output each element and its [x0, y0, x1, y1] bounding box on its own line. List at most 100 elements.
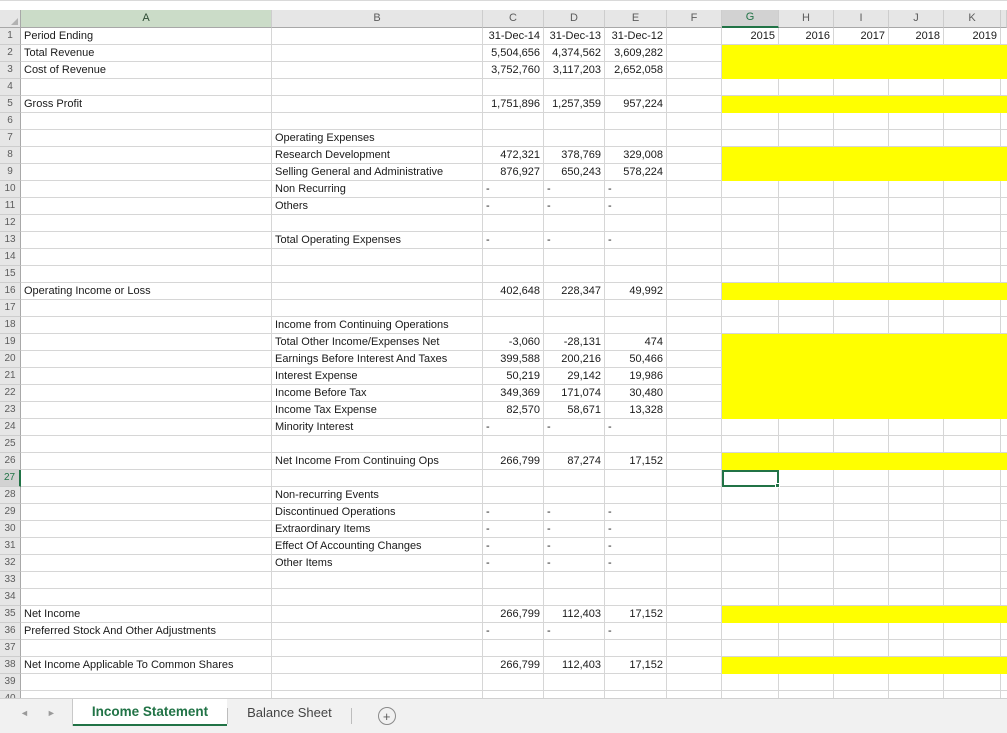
cell-H13[interactable]: [779, 232, 834, 249]
cell-D5[interactable]: 1,257,359: [544, 96, 605, 113]
row-header-5[interactable]: 5: [0, 96, 21, 113]
cell-K26[interactable]: [944, 453, 1001, 470]
cell-J33[interactable]: [889, 572, 944, 589]
cell-E19[interactable]: 474: [605, 334, 667, 351]
cell-K35[interactable]: [944, 606, 1001, 623]
cell-K7[interactable]: [944, 130, 1001, 147]
cell-E26[interactable]: 17,152: [605, 453, 667, 470]
cell-L31[interactable]: [1001, 538, 1007, 555]
cell-F6[interactable]: [667, 113, 722, 130]
cell-J3[interactable]: [889, 62, 944, 79]
cell-G3[interactable]: [722, 62, 779, 79]
row-header-19[interactable]: 19: [0, 334, 21, 351]
row-header-30[interactable]: 30: [0, 521, 21, 538]
cell-C1[interactable]: 31-Dec-14: [483, 28, 544, 45]
cell-K34[interactable]: [944, 589, 1001, 606]
cell-L34[interactable]: [1001, 589, 1007, 606]
cell-L2[interactable]: [1001, 45, 1007, 62]
cell-G11[interactable]: [722, 198, 779, 215]
cell-G19[interactable]: [722, 334, 779, 351]
cell-G32[interactable]: [722, 555, 779, 572]
cell-B30[interactable]: Extraordinary Items: [272, 521, 483, 538]
cell-G2[interactable]: [722, 45, 779, 62]
row-header-37[interactable]: 37: [0, 640, 21, 657]
cell-K5[interactable]: [944, 96, 1001, 113]
cell-E7[interactable]: [605, 130, 667, 147]
row-header-39[interactable]: 39: [0, 674, 21, 691]
cell-K36[interactable]: [944, 623, 1001, 640]
cell-J30[interactable]: [889, 521, 944, 538]
row-header-10[interactable]: 10: [0, 181, 21, 198]
cell-C4[interactable]: [483, 79, 544, 96]
cell-D26[interactable]: 87,274: [544, 453, 605, 470]
cell-C29[interactable]: -: [483, 504, 544, 521]
cell-A27[interactable]: [21, 470, 272, 487]
cell-A25[interactable]: [21, 436, 272, 453]
cell-E15[interactable]: [605, 266, 667, 283]
row-header-7[interactable]: 7: [0, 130, 21, 147]
cell-D22[interactable]: 171,074: [544, 385, 605, 402]
cell-B21[interactable]: Interest Expense: [272, 368, 483, 385]
row-header-21[interactable]: 21: [0, 368, 21, 385]
cell-L4[interactable]: [1001, 79, 1007, 96]
cell-G21[interactable]: [722, 368, 779, 385]
cell-C3[interactable]: 3,752,760: [483, 62, 544, 79]
cell-H22[interactable]: [779, 385, 834, 402]
cell-F8[interactable]: [667, 147, 722, 164]
cell-F39[interactable]: [667, 674, 722, 691]
cell-H24[interactable]: [779, 419, 834, 436]
cell-L16[interactable]: [1001, 283, 1007, 300]
cell-A14[interactable]: [21, 249, 272, 266]
cell-I22[interactable]: [834, 385, 889, 402]
cell-H27[interactable]: [779, 470, 834, 487]
cell-J35[interactable]: [889, 606, 944, 623]
cell-A16[interactable]: Operating Income or Loss: [21, 283, 272, 300]
cell-C10[interactable]: -: [483, 181, 544, 198]
col-header-K[interactable]: K: [944, 10, 1001, 28]
cell-I16[interactable]: [834, 283, 889, 300]
cell-C14[interactable]: [483, 249, 544, 266]
cell-L5[interactable]: [1001, 96, 1007, 113]
cell-B37[interactable]: [272, 640, 483, 657]
cell-A38[interactable]: Net Income Applicable To Common Shares: [21, 657, 272, 674]
tab-balance-sheet[interactable]: Balance Sheet: [228, 699, 351, 726]
cell-A8[interactable]: [21, 147, 272, 164]
cell-K30[interactable]: [944, 521, 1001, 538]
cell-G20[interactable]: [722, 351, 779, 368]
cell-H10[interactable]: [779, 181, 834, 198]
cell-K19[interactable]: [944, 334, 1001, 351]
row-header-26[interactable]: 26: [0, 453, 21, 470]
cell-H35[interactable]: [779, 606, 834, 623]
cell-C34[interactable]: [483, 589, 544, 606]
cell-F20[interactable]: [667, 351, 722, 368]
cell-E31[interactable]: -: [605, 538, 667, 555]
cell-A12[interactable]: [21, 215, 272, 232]
cell-B28[interactable]: Non-recurring Events: [272, 487, 483, 504]
cell-E21[interactable]: 19,986: [605, 368, 667, 385]
cell-L9[interactable]: [1001, 164, 1007, 181]
row-header-29[interactable]: 29: [0, 504, 21, 521]
cell-A10[interactable]: [21, 181, 272, 198]
cell-K14[interactable]: [944, 249, 1001, 266]
cell-F27[interactable]: [667, 470, 722, 487]
cell-D34[interactable]: [544, 589, 605, 606]
cell-G33[interactable]: [722, 572, 779, 589]
cell-J5[interactable]: [889, 96, 944, 113]
cell-D3[interactable]: 3,117,203: [544, 62, 605, 79]
cell-A26[interactable]: [21, 453, 272, 470]
cell-K40[interactable]: [944, 691, 1001, 698]
cell-E6[interactable]: [605, 113, 667, 130]
cell-F24[interactable]: [667, 419, 722, 436]
cell-G15[interactable]: [722, 266, 779, 283]
cell-C40[interactable]: [483, 691, 544, 698]
cell-F33[interactable]: [667, 572, 722, 589]
cell-G5[interactable]: [722, 96, 779, 113]
cell-G9[interactable]: [722, 164, 779, 181]
cell-E18[interactable]: [605, 317, 667, 334]
cell-I3[interactable]: [834, 62, 889, 79]
cell-E4[interactable]: [605, 79, 667, 96]
cell-C6[interactable]: [483, 113, 544, 130]
cell-K28[interactable]: [944, 487, 1001, 504]
cell-G40[interactable]: [722, 691, 779, 698]
cell-J32[interactable]: [889, 555, 944, 572]
